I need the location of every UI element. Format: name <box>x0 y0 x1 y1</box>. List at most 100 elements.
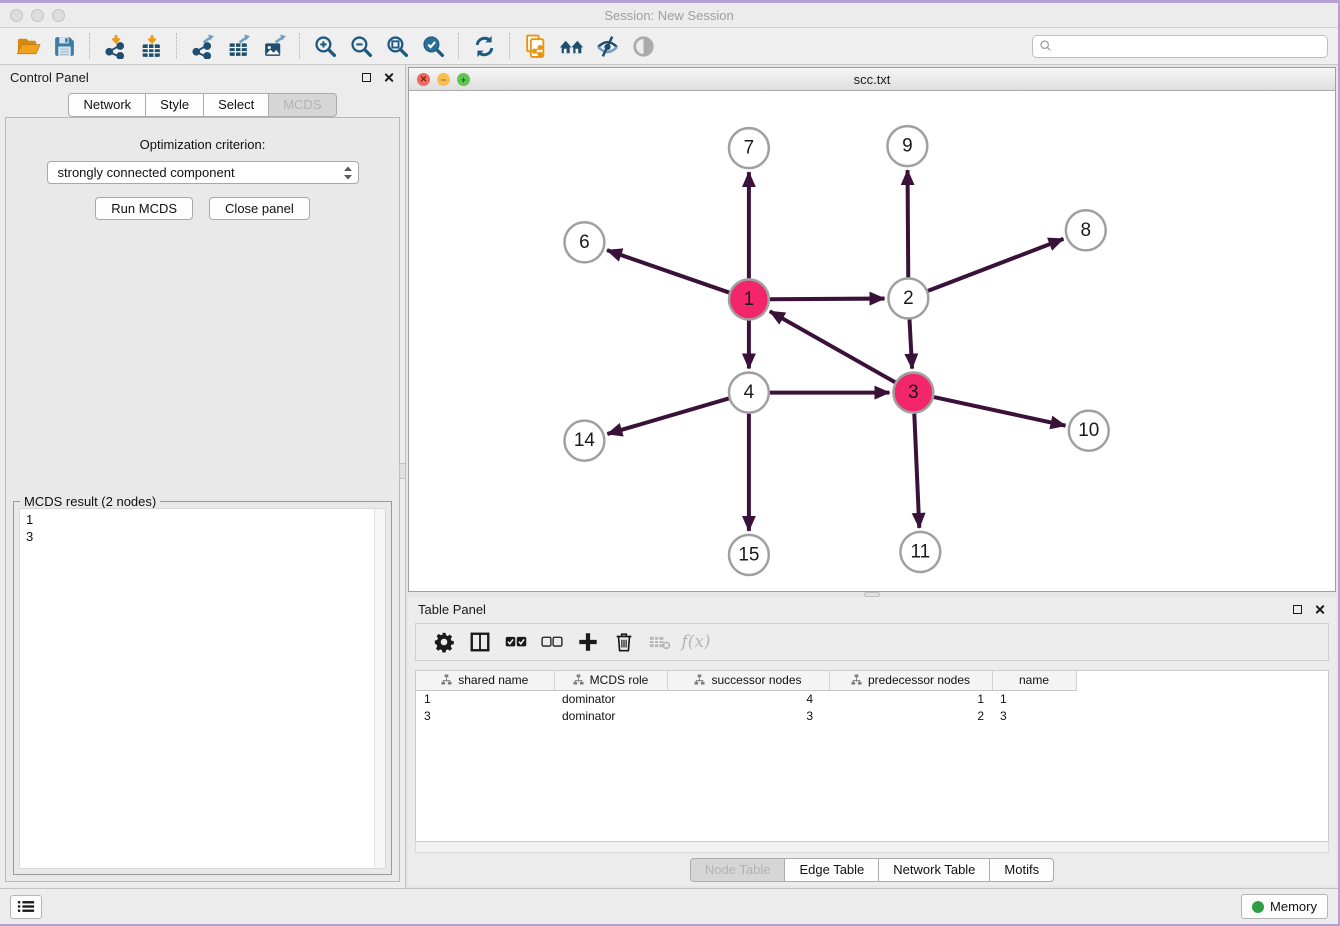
node-9[interactable]: 9 <box>887 126 927 166</box>
tab-network[interactable]: Network <box>68 93 146 117</box>
tab-network-table[interactable]: Network Table <box>878 858 990 882</box>
svg-text:10: 10 <box>1078 420 1099 441</box>
edge-3-1[interactable] <box>770 311 895 382</box>
float-table-panel-icon[interactable] <box>1290 602 1304 616</box>
export-network-icon[interactable] <box>184 31 220 61</box>
zoom-window-icon[interactable] <box>52 9 65 22</box>
cell-predecessor-nodes[interactable]: 1 <box>829 690 992 707</box>
float-panel-icon[interactable] <box>359 70 373 84</box>
tab-select[interactable]: Select <box>203 93 269 117</box>
control-panel: Control Panel NetworkStyleSelectMCDS Opt… <box>0 65 406 888</box>
node-10[interactable]: 10 <box>1069 411 1109 451</box>
refresh-layout-icon[interactable] <box>466 31 502 61</box>
task-history-button[interactable] <box>10 895 42 919</box>
svg-text:6: 6 <box>579 232 590 253</box>
task-list-icon <box>17 899 35 914</box>
settings-icon[interactable] <box>428 627 460 657</box>
split-panel-icon[interactable] <box>464 627 496 657</box>
cell-successor-nodes[interactable]: 4 <box>667 690 829 707</box>
save-session-icon[interactable] <box>46 31 82 61</box>
criterion-dropdown[interactable]: strongly connected component <box>47 161 359 184</box>
tab-style[interactable]: Style <box>145 93 204 117</box>
node-8[interactable]: 8 <box>1066 210 1106 250</box>
zoom-in-icon[interactable] <box>307 31 343 61</box>
edge-2-9[interactable] <box>908 170 909 277</box>
zoom-fit-icon[interactable] <box>379 31 415 61</box>
minimize-window-icon[interactable] <box>31 9 44 22</box>
cell-shared-name[interactable]: 3 <box>416 707 554 724</box>
cell-mcds-role[interactable]: dominator <box>554 707 667 724</box>
import-table-icon[interactable] <box>133 31 169 61</box>
node-4[interactable]: 4 <box>729 373 769 413</box>
show-panel-icon[interactable] <box>625 31 661 61</box>
table-header-row: shared nameMCDS rolesuccessor nodesprede… <box>416 671 1092 690</box>
tab-edge-table[interactable]: Edge Table <box>784 858 879 882</box>
close-table-panel-icon[interactable] <box>1312 602 1326 616</box>
mcds-result-text[interactable]: 1 3 <box>20 509 374 868</box>
close-window-icon[interactable] <box>10 9 23 22</box>
tab-mcds[interactable]: MCDS <box>268 93 336 117</box>
edge-4-14[interactable] <box>607 398 728 434</box>
home-layout-icon[interactable] <box>553 31 589 61</box>
node-11[interactable]: 11 <box>900 532 940 572</box>
edge-1-2[interactable] <box>770 299 885 300</box>
zoom-selected-icon[interactable] <box>415 31 451 61</box>
zoom-out-icon[interactable] <box>343 31 379 61</box>
cell-name[interactable]: 3 <box>992 707 1076 724</box>
table-row[interactable]: 1dominator411 <box>416 690 1092 707</box>
network-zoom-icon[interactable]: + <box>457 73 470 86</box>
node-6[interactable]: 6 <box>564 222 604 262</box>
import-network-icon[interactable] <box>97 31 133 61</box>
hide-panel-icon[interactable] <box>589 31 625 61</box>
svg-text:9: 9 <box>902 136 913 157</box>
edge-3-10[interactable] <box>934 397 1066 426</box>
node-3[interactable]: 3 <box>893 373 933 413</box>
select-all-icon[interactable] <box>500 627 532 657</box>
cell-name[interactable]: 1 <box>992 690 1076 707</box>
close-panel-icon[interactable] <box>381 70 395 84</box>
network-canvas[interactable]: 7 9 6 8 1 2 4 3 14 10 15 11 <box>409 91 1335 591</box>
node-15[interactable]: 15 <box>729 535 769 575</box>
deselect-all-icon[interactable] <box>536 627 568 657</box>
tab-node-table[interactable]: Node Table <box>690 858 786 882</box>
duplicate-network-icon[interactable] <box>517 31 553 61</box>
control-panel-header: Control Panel <box>0 65 405 89</box>
canvas-splitter-handle[interactable] <box>864 592 880 597</box>
column-header-predecessor-nodes[interactable]: predecessor nodes <box>829 671 992 690</box>
toolbar-separator <box>299 33 300 59</box>
close-panel-button[interactable]: Close panel <box>209 197 310 220</box>
main-area: Control Panel NetworkStyleSelectMCDS Opt… <box>0 65 1338 888</box>
node-14[interactable]: 14 <box>564 421 604 461</box>
export-image-icon[interactable] <box>256 31 292 61</box>
cell-successor-nodes[interactable]: 3 <box>667 707 829 724</box>
table-toolbar: f(x) <box>415 623 1329 661</box>
add-row-icon[interactable] <box>572 627 604 657</box>
cell-mcds-role[interactable]: dominator <box>554 690 667 707</box>
tab-motifs[interactable]: Motifs <box>989 858 1054 882</box>
network-close-icon[interactable]: ✕ <box>417 73 430 86</box>
column-header-successor-nodes[interactable]: successor nodes <box>667 671 829 690</box>
delete-row-icon[interactable] <box>608 627 640 657</box>
node-2[interactable]: 2 <box>888 278 928 318</box>
run-mcds-button[interactable]: Run MCDS <box>95 197 193 220</box>
column-header-name[interactable]: name <box>992 671 1076 690</box>
node-1[interactable]: 1 <box>729 279 769 319</box>
edge-1-6[interactable] <box>607 250 729 292</box>
column-header-shared-name[interactable]: shared name <box>416 671 554 690</box>
open-session-icon[interactable] <box>10 31 46 61</box>
column-header-mcds-role[interactable]: MCDS role <box>554 671 667 690</box>
cell-predecessor-nodes[interactable]: 2 <box>829 707 992 724</box>
table-hscrollbar[interactable] <box>415 842 1329 853</box>
cell-shared-name[interactable]: 1 <box>416 690 554 707</box>
table-row[interactable]: 3dominator323 <box>416 707 1092 724</box>
memory-button[interactable]: Memory <box>1241 894 1328 919</box>
search-input[interactable] <box>1057 39 1321 53</box>
export-table-icon[interactable] <box>220 31 256 61</box>
node-7[interactable]: 7 <box>729 128 769 168</box>
network-minimize-icon[interactable]: − <box>437 73 450 86</box>
panel-splitter-handle[interactable] <box>399 463 406 479</box>
edge-2-8[interactable] <box>928 239 1064 291</box>
result-scrollbar[interactable] <box>374 509 385 868</box>
edge-2-3[interactable] <box>909 319 912 368</box>
edge-3-11[interactable] <box>914 414 919 528</box>
